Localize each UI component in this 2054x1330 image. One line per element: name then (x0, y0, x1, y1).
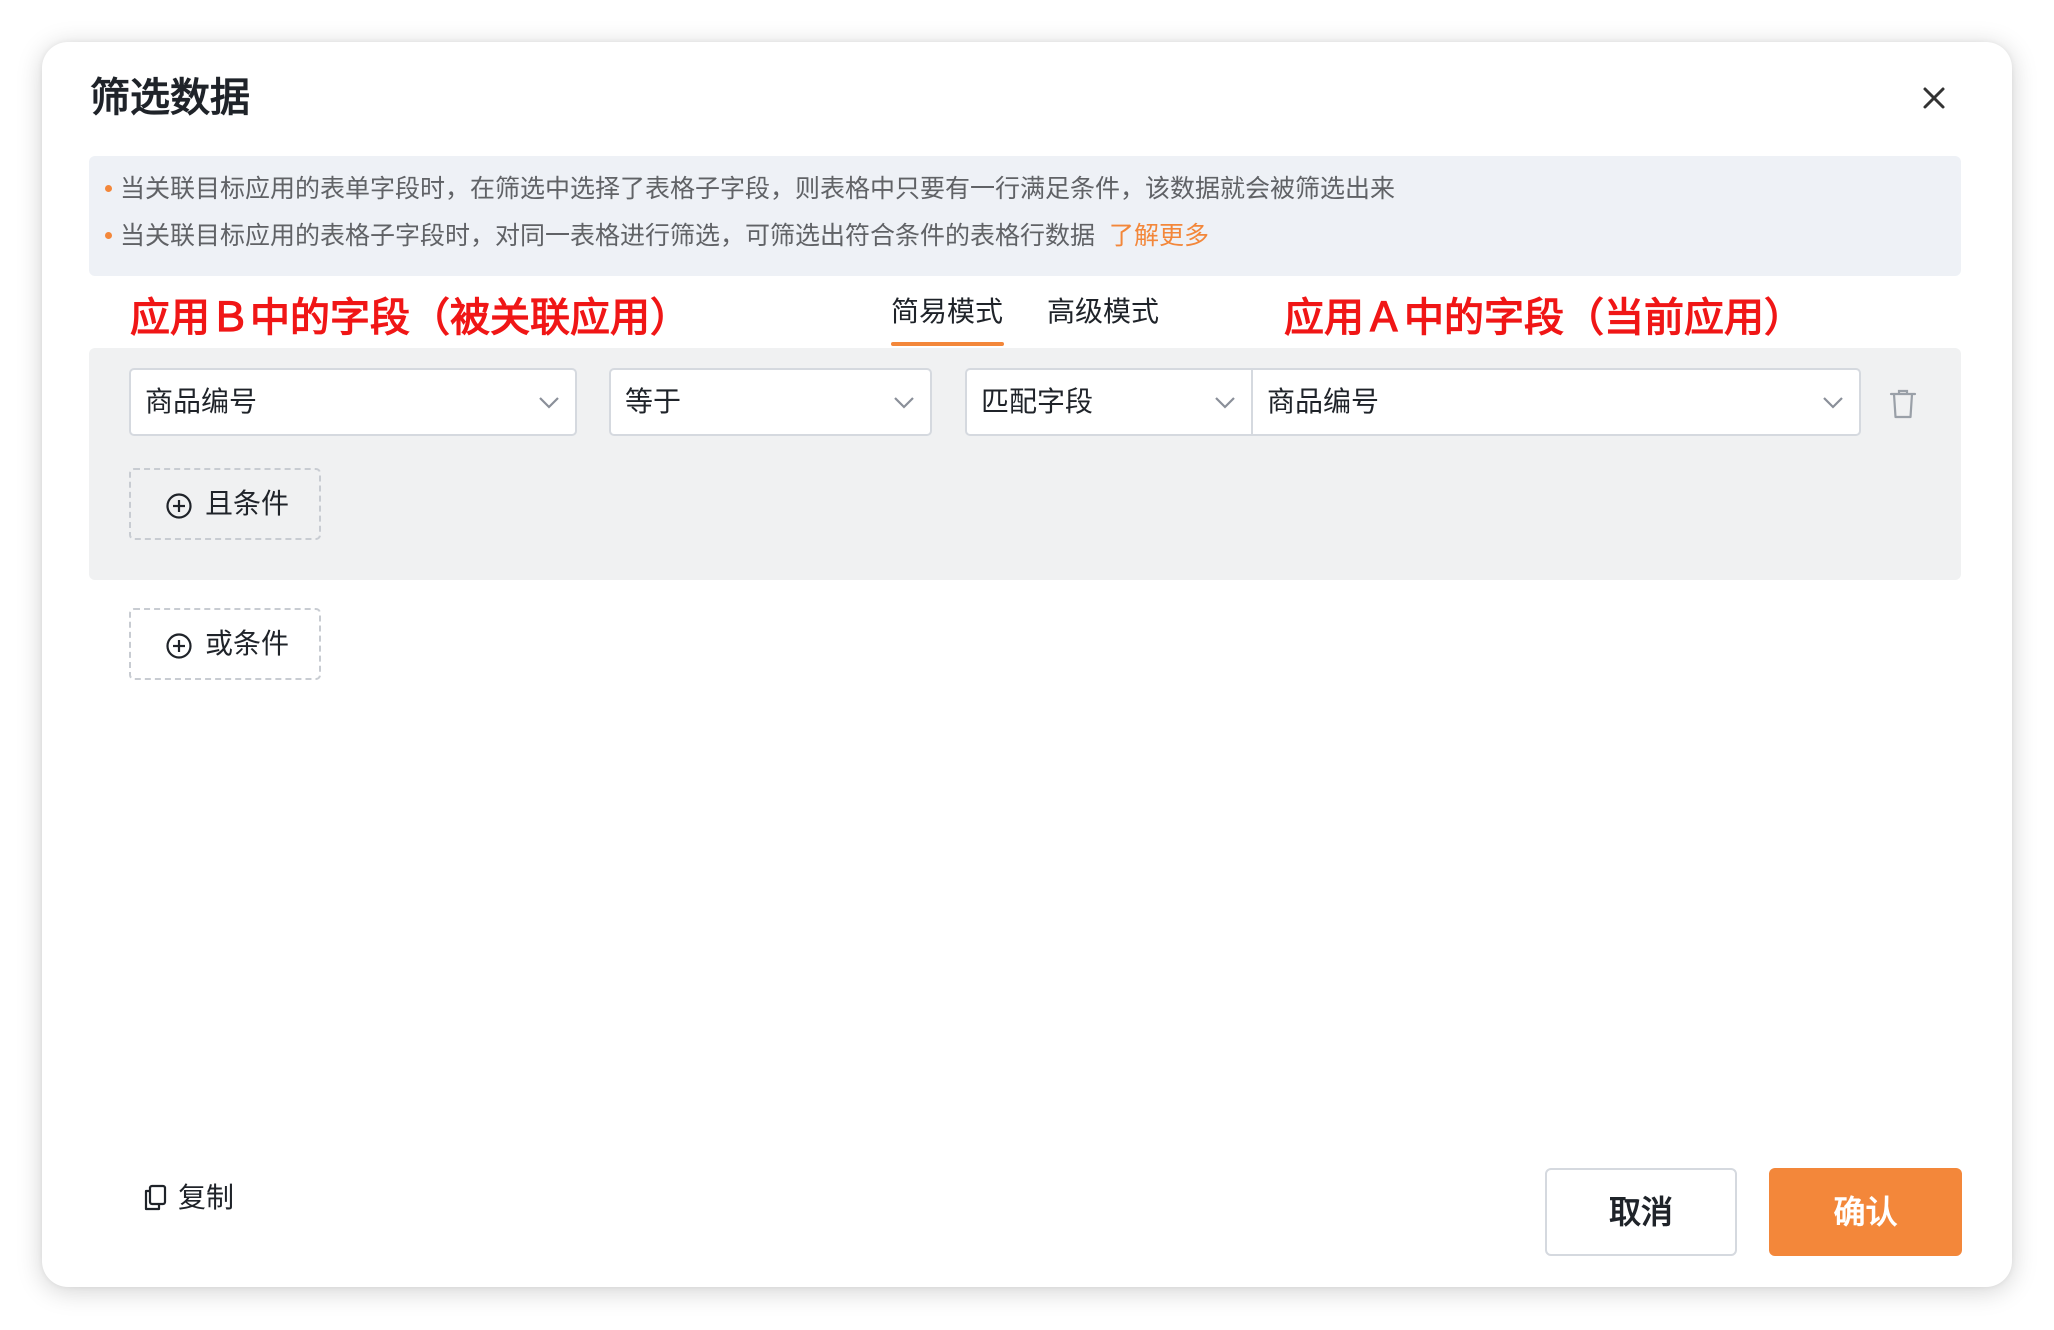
cancel-button[interactable]: 取消 (1545, 1168, 1737, 1256)
field-select[interactable]: 商品编号 (129, 368, 577, 436)
chevron-down-icon (1215, 397, 1235, 409)
filter-data-dialog: 筛选数据 当关联目标应用的表单字段时，在筛选中选择了表格子字段，则表格中只要有一… (42, 42, 2012, 1287)
copy-icon (144, 1184, 167, 1211)
confirm-button[interactable]: 确认 (1769, 1168, 1962, 1256)
value-type-select[interactable]: 匹配字段 (965, 368, 1253, 436)
annotation-app-a-fields: 应用Ａ中的字段（当前应用） (1274, 290, 1814, 346)
info-notice: 当关联目标应用的表单字段时，在筛选中选择了表格子字段，则表格中只要有一行满足条件… (89, 156, 1961, 276)
add-and-condition-button[interactable]: 且条件 (129, 468, 321, 540)
bullet-dot-icon (105, 231, 112, 239)
close-icon[interactable] (1912, 76, 1956, 120)
add-or-condition-button[interactable]: 或条件 (129, 608, 321, 680)
tab-advanced-mode[interactable]: 高级模式 (1047, 292, 1159, 332)
target-field-select[interactable]: 商品编号 (1251, 368, 1861, 436)
learn-more-link[interactable]: 了解更多 (1109, 222, 1209, 250)
operator-select[interactable]: 等于 (609, 368, 932, 436)
active-tab-indicator (891, 342, 1004, 346)
chevron-down-icon (1823, 397, 1843, 409)
bullet-dot-icon (105, 184, 112, 192)
annotation-app-b-fields: 应用Ｂ中的字段（被关联应用） (120, 290, 700, 346)
notice-line-2: 当关联目标应用的表格子字段时，对同一表格进行筛选，可筛选出符合条件的表格行数据了… (101, 219, 1209, 253)
plus-circle-icon (166, 633, 192, 659)
trash-icon[interactable] (1888, 388, 1918, 420)
notice-line-1: 当关联目标应用的表单字段时，在筛选中选择了表格子字段，则表格中只要有一行满足条件… (101, 172, 1395, 206)
chevron-down-icon (539, 397, 559, 409)
tab-simple-mode[interactable]: 简易模式 (891, 292, 1003, 332)
plus-circle-icon (166, 493, 192, 519)
chevron-down-icon (894, 397, 914, 409)
dialog-title: 筛选数据 (90, 76, 250, 120)
